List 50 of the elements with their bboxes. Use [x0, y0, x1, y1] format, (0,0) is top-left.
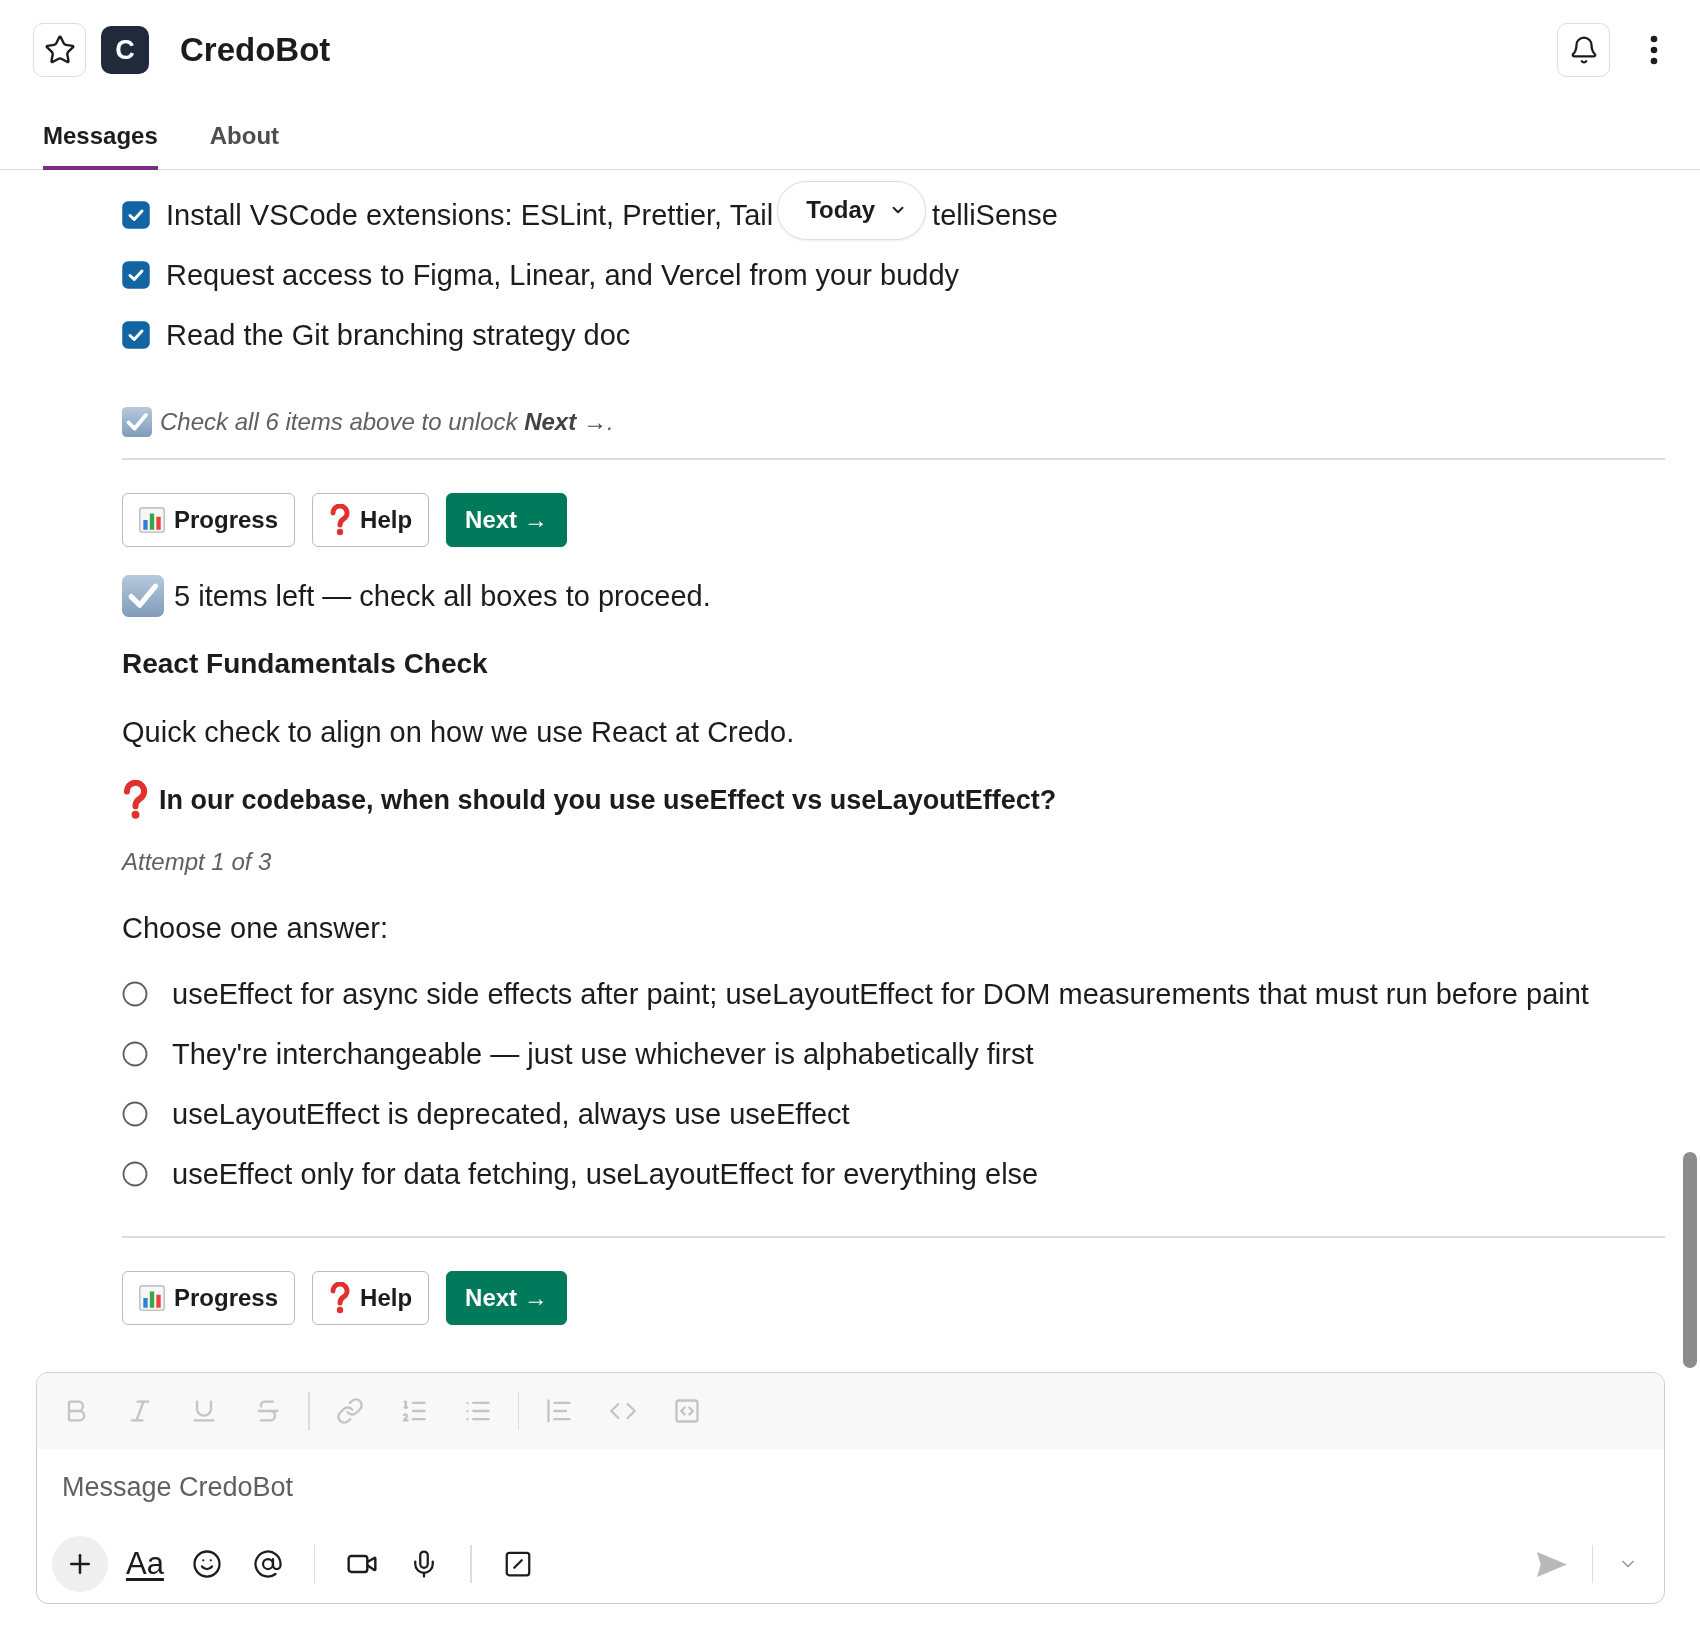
- question-text: In our codebase, when should you use useEffect vs useLayoutEffect?: [159, 784, 1057, 816]
- tab[interactable]: Messages: [43, 122, 158, 170]
- answer-prompt: Choose one answer:: [122, 911, 388, 946]
- status-text: 5 items left — check all boxes to proceed.: [174, 579, 711, 614]
- help-button[interactable]: Help: [312, 1271, 430, 1325]
- star-icon: [43, 34, 76, 66]
- radio-button[interactable]: [122, 1041, 148, 1067]
- checklist-item-text: Request access to Figma, Linear, and Vercel from your buddy: [166, 258, 960, 292]
- checklist-item-text: telliSense: [932, 198, 1058, 232]
- notifications-button[interactable]: [1557, 23, 1610, 77]
- progress-button[interactable]: Progress: [122, 493, 296, 547]
- checklist-item-text: Read the Git branching strategy doc: [166, 318, 631, 352]
- answer-option[interactable]: useLayoutEffect is deprecated, always use useEffect: [172, 1097, 850, 1131]
- mention-icon[interactable]: [252, 1549, 283, 1579]
- message-composer[interactable]: Message CredoBot Aa: [36, 1372, 1665, 1604]
- answer-option[interactable]: useEffect only for data fetching, useLayoutEffect for everything else: [172, 1157, 1039, 1191]
- radio-button[interactable]: [122, 1161, 148, 1187]
- date-button[interactable]: Today: [777, 180, 927, 240]
- emoji-icon[interactable]: [191, 1549, 222, 1579]
- question-mark-icon: [329, 504, 352, 536]
- channel-title: CredoBot: [180, 31, 331, 69]
- progress-button[interactable]: Progress: [122, 1271, 296, 1325]
- checkbox[interactable]: [122, 201, 150, 229]
- checklist-item-text: Install VSCode extensions: ESLint, Prettier, Tail: [166, 198, 774, 232]
- radio-button[interactable]: [122, 1101, 148, 1127]
- bar-chart-icon: [139, 1285, 165, 1311]
- checkbox[interactable]: [122, 261, 150, 289]
- tab[interactable]: About: [209, 122, 280, 170]
- question-mark-icon: [122, 780, 149, 820]
- next-button[interactable]: Next →: [446, 493, 567, 547]
- quiz-intro: Quick check to align on how we use React at Credo.: [122, 715, 795, 750]
- next-button[interactable]: Next →: [446, 1271, 567, 1325]
- unlock-hint: Check all 6 items above to unlock Next →.: [160, 408, 614, 436]
- attempt-counter: Attempt 1 of 3: [122, 847, 272, 877]
- help-button[interactable]: Help: [312, 493, 430, 547]
- question-mark-icon: [329, 1282, 352, 1314]
- star-button[interactable]: [33, 23, 86, 77]
- answer-option[interactable]: useEffect for async side effects after paint; useLayoutEffect for DOM measurements that must run before paint: [172, 977, 1589, 1011]
- add-button[interactable]: [52, 1536, 108, 1592]
- answer-option[interactable]: They're interchangeable — just use whichever is alphabetically first: [172, 1037, 1034, 1071]
- checkmark-box-icon: [122, 575, 164, 617]
- checkbox[interactable]: [122, 321, 150, 349]
- bar-chart-icon: [139, 507, 165, 533]
- scrollbar-thumb[interactable]: [1683, 1152, 1697, 1368]
- quiz-title: React Fundamentals Check: [122, 647, 488, 681]
- more-menu-icon[interactable]: [1650, 35, 1658, 65]
- checkmark-box-icon: [122, 407, 152, 437]
- text-format-button[interactable]: Aa: [126, 1546, 164, 1582]
- radio-button[interactable]: [122, 981, 148, 1007]
- app-logo: C: [101, 26, 149, 74]
